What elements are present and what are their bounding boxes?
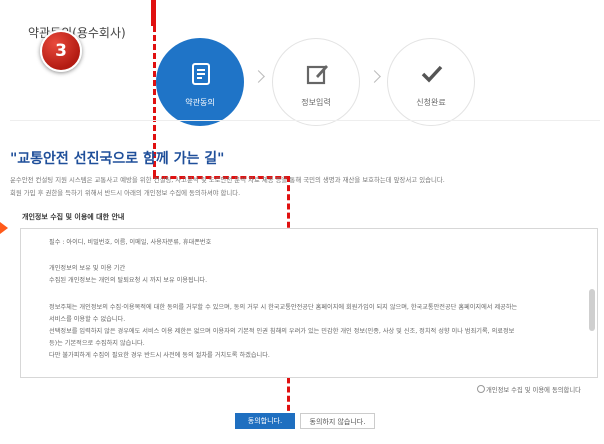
terms-line: 필수 : 아이디, 비밀번호, 이름, 이메일, 사용자분류, 휴대폰번호 [49,239,212,246]
slogan-heading: "교통안전 선진국으로 함께 가는 길" [10,151,225,167]
disagree-button[interactable]: 동의하지 않습니다. [300,413,375,429]
annotation-red-line-top [151,0,156,26]
terms-line: 수집된 개인정보는 개인의 탈퇴요청 시 까지 보유 이용됩니다. [49,277,208,284]
terms-line: 정보주체는 개인정보의 수집·이용목적에 대한 동의를 거부할 수 있으며, 동… [49,304,518,311]
intro-text: 회원 가입 후 권한을 득하기 위해서 반드시 아래의 개인정보 수집에 동의하… [10,189,241,197]
step-info-input: 정보입력 [272,38,360,126]
step-number-badge: 3 [40,30,82,72]
step-label: 약관동의 [185,98,215,107]
step-label: 정보입력 [301,98,331,107]
step-complete: 신청완료 [387,38,475,126]
privacy-terms-box[interactable]: 필수 : 아이디, 비밀번호, 이름, 이메일, 사용자분류, 휴대폰번호 개인… [20,228,598,378]
terms-line: 선택정보를 입력하지 않은 경우에도 서비스 이용 제한은 없으며 이용자의 기… [49,328,515,335]
terms-line: 서비스를 이용할 수 없습니다. [49,316,126,323]
step-label: 신청완료 [416,98,446,107]
agree-button[interactable]: 동의합니다. [235,413,295,429]
chevron-right-icon [368,70,381,83]
document-icon [192,63,210,85]
check-icon [421,65,443,83]
chevron-right-icon [252,70,265,83]
step-terms: 약관동의 [156,38,244,126]
consent-label: 개인정보 수집 및 이용에 동의합니다 [486,387,581,394]
terms-line: 개인정보의 보유 및 이용 기간 [49,265,126,272]
divider [10,120,600,121]
intro-text: 운수안전 컨설팅 지원 시스템은 교통사고 예방을 위한 컨설팅, 사고분석 및… [10,176,445,184]
scrollbar[interactable] [589,289,595,331]
privacy-section-title: 개인정보 수집 및 이용에 대한 안내 [22,213,125,221]
annotation-arrow [0,222,8,234]
terms-line: 다만 불가피하게 수집이 필요한 경우 반드시 사전에 동의 절차를 거치도록 … [49,352,270,359]
edit-icon [306,65,328,85]
consent-radio[interactable] [477,385,485,393]
terms-line: 등)는 기본적으로 수집하지 않습니다. [49,340,145,347]
